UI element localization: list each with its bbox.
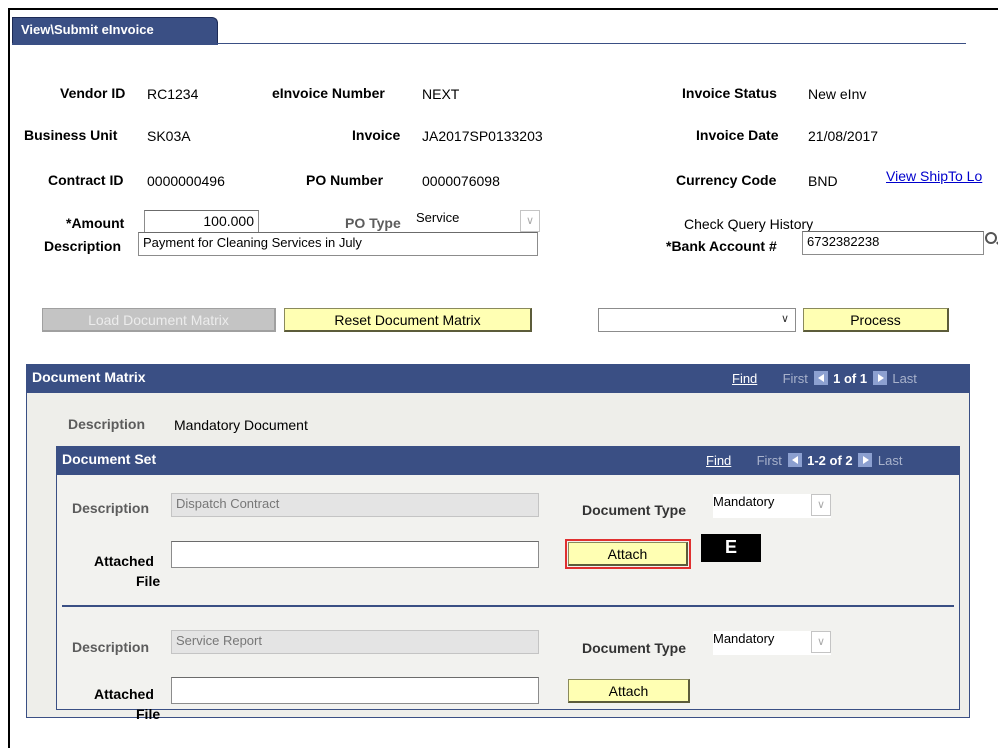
einvoice-number-value: NEXT [422, 86, 460, 102]
last-label: Last [877, 453, 903, 468]
contract-id-label: Contract ID [48, 172, 124, 188]
doc-type-dropdown-arrow: ∨ [811, 631, 831, 653]
chevron-down-icon: ∨ [817, 499, 826, 511]
last-label: Last [892, 371, 917, 386]
doc-type-value: Mandatory [713, 631, 775, 646]
chevron-down-icon: ∨ [817, 636, 826, 648]
process-button[interactable]: Process [803, 308, 949, 332]
vendor-id-label: Vendor ID [60, 85, 126, 101]
attached-label: Attached [94, 553, 154, 569]
doc-description-label: Description [72, 500, 150, 516]
po-type-label: PO Type [345, 215, 401, 231]
annotation-badge: E [701, 534, 761, 562]
einvoice-number-label: eInvoice Number [272, 85, 385, 101]
chevron-down-icon: ∨ [780, 313, 789, 325]
bank-account-label: *Bank Account # [666, 238, 777, 254]
invoice-status-value: New eInv [808, 86, 867, 102]
business-unit-value: SK03A [147, 128, 191, 144]
doc-description-field: Service Report [171, 630, 539, 654]
attached-file-input[interactable] [171, 677, 539, 704]
amount-input[interactable]: 100.000 [144, 210, 259, 234]
file-label: File [136, 573, 161, 589]
invoice-date-value: 21/08/2017 [808, 128, 879, 144]
doc-description-field: Dispatch Contract [171, 493, 539, 517]
po-number-value: 0000076098 [422, 173, 500, 189]
currency-code-value: BND [808, 173, 838, 189]
attached-label: Attached [94, 686, 154, 702]
document-set-header: Document Set Find First 1-2 of 2 Last [56, 446, 960, 474]
po-number-label: PO Number [306, 172, 384, 188]
attach-button[interactable]: Attach [568, 679, 690, 703]
invoice-date-label: Invoice Date [696, 127, 779, 143]
document-matrix-title: Document Matrix [32, 369, 146, 385]
first-label: First [756, 453, 782, 468]
bank-account-input[interactable]: 6732382238 [802, 231, 984, 255]
invoice-value: JA2017SP0133203 [422, 128, 543, 144]
po-type-dropdown-arrow: ∨ [520, 210, 540, 232]
po-type-select: Service ∨ [416, 210, 540, 234]
check-query-history[interactable]: Check Query History [684, 216, 813, 232]
invoice-status-label: Invoice Status [682, 85, 777, 101]
first-label: First [782, 371, 808, 386]
doc-description-label: Description [72, 639, 150, 655]
description-label: Description [44, 238, 122, 254]
view-shipto-link[interactable]: View ShipTo Lo [886, 168, 982, 184]
doc-type-dropdown-arrow: ∨ [811, 494, 831, 516]
matrix-description-value: Mandatory Document [174, 417, 308, 433]
next-arrow-icon[interactable] [858, 453, 873, 467]
document-set-find-link[interactable]: Find [706, 453, 731, 468]
business-unit-label: Business Unit [24, 127, 118, 143]
file-label: File [136, 706, 161, 722]
doc-type-label: Document Type [582, 502, 686, 518]
row-divider [62, 605, 954, 607]
po-type-value: Service [416, 210, 460, 225]
doc-type-select: Mandatory ∨ [713, 494, 831, 518]
amount-label: *Amount [66, 215, 125, 231]
attach-button[interactable]: Attach [565, 539, 691, 569]
load-document-matrix-button: Load Document Matrix [42, 308, 276, 332]
currency-code-label: Currency Code [676, 172, 777, 188]
description-input[interactable]: Payment for Cleaning Services in July [138, 232, 538, 256]
invoice-label: Invoice [352, 127, 401, 143]
doc-type-value: Mandatory [713, 494, 775, 509]
lookup-icon[interactable] [985, 232, 997, 244]
document-set-title: Document Set [62, 451, 157, 467]
document-matrix-nav: Find First 1 of 1 Last [732, 371, 917, 386]
doc-type-select: Mandatory ∨ [713, 631, 831, 655]
document-matrix-header: Document Matrix Find First 1 of 1 Last [26, 364, 970, 392]
row-count: 1 of 1 [833, 371, 868, 386]
previous-arrow-icon[interactable] [787, 453, 802, 467]
next-arrow-icon[interactable] [872, 371, 887, 385]
matrix-description-label: Description [68, 416, 146, 432]
tab-divider [218, 43, 966, 44]
contract-id-value: 0000000496 [147, 173, 225, 189]
attached-file-input[interactable] [171, 541, 539, 568]
reset-document-matrix-button[interactable]: Reset Document Matrix [284, 308, 532, 332]
chevron-down-icon: ∨ [526, 215, 535, 227]
action-select[interactable]: ∨ [598, 308, 796, 332]
doc-type-label: Document Type [582, 640, 686, 656]
tab-view-submit-einvoice[interactable]: View\Submit eInvoice [12, 17, 218, 43]
previous-arrow-icon[interactable] [813, 371, 828, 385]
row-count: 1-2 of 2 [807, 453, 853, 468]
document-set-nav: Find First 1-2 of 2 Last [706, 453, 902, 468]
vendor-id-value: RC1234 [147, 86, 199, 102]
document-matrix-find-link[interactable]: Find [732, 371, 757, 386]
tab-underline [12, 43, 218, 45]
